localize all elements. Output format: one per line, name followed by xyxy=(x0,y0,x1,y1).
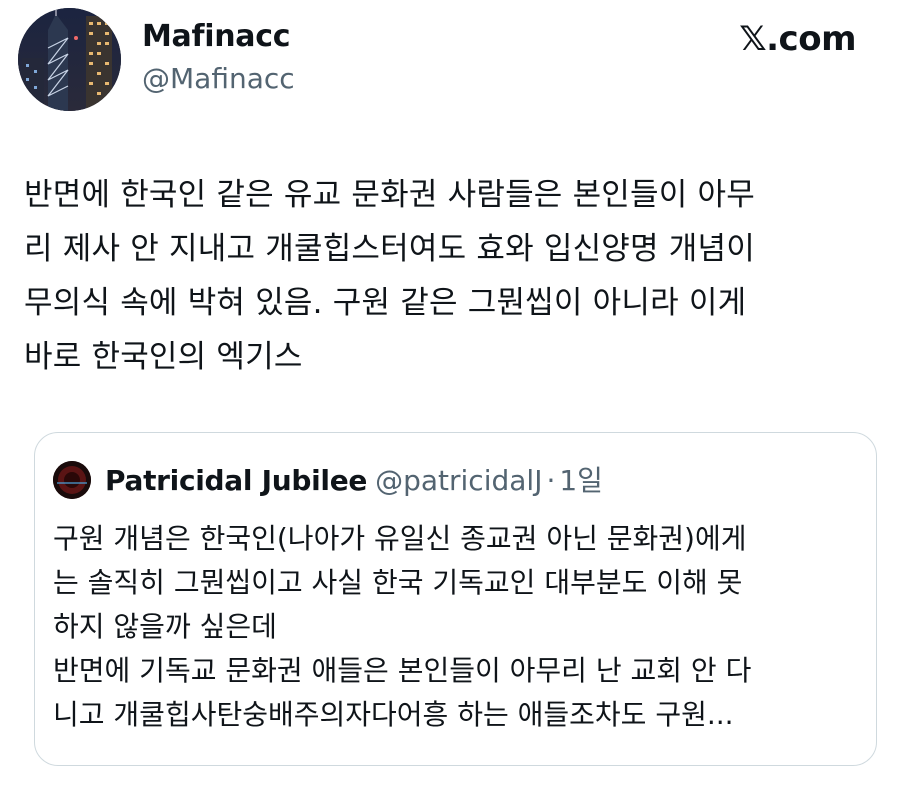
author-name[interactable]: Mafinacc xyxy=(142,17,291,57)
quoted-author-handle[interactable]: @patricidalJ xyxy=(375,464,542,497)
quoted-tweet-header: Patricidal Jubilee @patricidalJ · 1일 xyxy=(105,463,603,499)
tweet-text: 반면에 한국인 같은 유교 문화권 사람들은 본인들이 아무 리 제사 안 지내… xyxy=(24,168,864,384)
tweet-text-line: 리 제사 안 지내고 개쿨힙스터여도 효와 입신양명 개념이 xyxy=(24,231,755,267)
tweet-text-line: 반면에 한국인 같은 유교 문화권 사람들은 본인들이 아무 xyxy=(24,177,755,213)
quoted-tweet-card[interactable]: Patricidal Jubilee @patricidalJ · 1일 구원 개념은… xyxy=(34,432,877,766)
tweet-text-line: 바로 한국인의 엑기스 xyxy=(24,339,303,375)
quoted-text-line: 구원 개념은 한국인(나아가 유일신 종교권 아닌 문화권)에게 xyxy=(53,522,747,555)
author-avatar[interactable] xyxy=(18,8,121,111)
author-handle[interactable]: @Mafinacc xyxy=(142,60,295,98)
quoted-text-line: 반면에 기독교 문화권 애들은 본인들이 아무리 난 교회 안 다 xyxy=(53,654,752,687)
quoted-text-line: 는 솔직히 그뭔씹이고 사실 한국 기독교인 대부분도 이해 못 xyxy=(53,566,743,599)
quoted-tweet-timestamp[interactable]: 1일 xyxy=(559,464,603,497)
quoted-author-avatar[interactable] xyxy=(53,461,91,499)
tweet-text-line: 무의식 속에 박혀 있음. 구원 같은 그뭔씹이 아니라 이게 xyxy=(24,285,747,321)
separator-dot: · xyxy=(546,464,556,497)
city-skyline-image xyxy=(18,8,121,111)
abstract-dark-avatar-image xyxy=(53,461,91,499)
x-logo-site-mark: 𝕏.com xyxy=(739,19,856,59)
quoted-author-name[interactable]: Patricidal Jubilee xyxy=(105,464,367,497)
quoted-tweet-text: 구원 개념은 한국인(나아가 유일신 종교권 아닌 문화권)에게 는 솔직히 그… xyxy=(53,517,863,737)
quoted-text-line: 하지 않을까 싶은데 xyxy=(53,610,277,643)
quoted-text-line: 니고 개쿨힙사탄숭배주의자다어흥 하는 애들조차도 구원... xyxy=(53,698,734,731)
